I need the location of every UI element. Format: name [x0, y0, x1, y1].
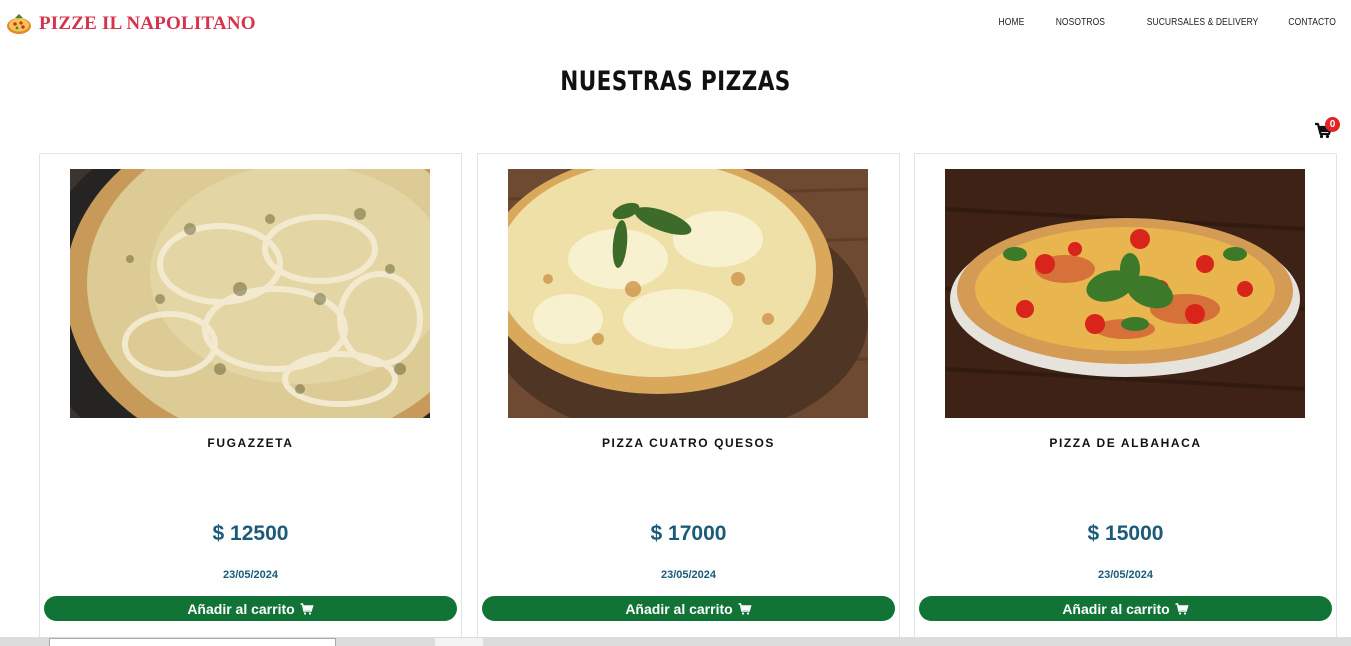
product-title: PIZZA CUATRO QUESOS	[601, 436, 776, 450]
product-card-albahaca: PIZZA DE ALBAHACA $ 15000 23/05/2024 Aña…	[914, 153, 1337, 646]
product-title: PIZZA DE ALBAHACA	[1049, 436, 1202, 450]
fugazzeta-pizza-image	[70, 169, 430, 418]
product-price: $ 12500	[212, 522, 289, 545]
albahaca-pizza-image	[945, 169, 1305, 418]
nav-home-link[interactable]: HOME	[999, 17, 1025, 28]
add-to-cart-label: Añadir al carrito	[625, 600, 733, 617]
add-to-cart-label: Añadir al carrito	[1062, 600, 1170, 617]
product-date: 23/05/2024	[660, 569, 717, 581]
taskbar-segment	[435, 638, 483, 646]
nav-nosotros-link[interactable]: NOSOTROS	[1055, 17, 1104, 28]
add-to-cart-button[interactable]: Añadir al carrito	[44, 596, 457, 621]
brand-name: PIZZE IL NAPOLITANO	[39, 13, 256, 34]
cart-icon	[300, 602, 314, 615]
nav-sucursales-link[interactable]: SUCURSALES & DELIVERY	[1146, 17, 1258, 28]
page-title: NUESTRAS PIZZAS	[560, 66, 791, 97]
add-to-cart-button[interactable]: Añadir al carrito	[919, 596, 1332, 621]
product-price: $ 17000	[650, 522, 727, 545]
cart-button[interactable]: 0	[1314, 117, 1342, 139]
cart-icon	[1175, 602, 1189, 615]
navbar: PIZZE IL NAPOLITANO HOME NOSOTROS SUCURS…	[0, 0, 1351, 50]
cart-count-badge: 0	[1325, 117, 1340, 132]
cart-icon	[738, 602, 752, 615]
product-price: $ 15000	[1087, 522, 1164, 545]
add-to-cart-button[interactable]: Añadir al carrito	[482, 596, 895, 621]
nav-contacto-link[interactable]: CONTACTO	[1288, 17, 1336, 28]
cuatro-quesos-pizza-image	[508, 169, 868, 418]
product-date: 23/05/2024	[222, 569, 279, 581]
taskbar-search-box[interactable]	[49, 638, 336, 646]
product-title: FUGAZZETA	[207, 436, 294, 450]
pizza-logo-icon	[7, 14, 31, 34]
brand-link[interactable]: PIZZE IL NAPOLITANO	[6, 12, 256, 36]
product-date: 23/05/2024	[1097, 569, 1154, 581]
product-card-fugazzeta: FUGAZZETA $ 12500 23/05/2024 Añadir al c…	[39, 153, 462, 646]
main-nav: HOME NOSOTROS SUCURSALES & DELIVERY CONT…	[972, 17, 1336, 28]
add-to-cart-label: Añadir al carrito	[187, 600, 295, 617]
product-card-cuatro-quesos: PIZZA CUATRO QUESOS $ 17000 23/05/2024 A…	[477, 153, 900, 646]
